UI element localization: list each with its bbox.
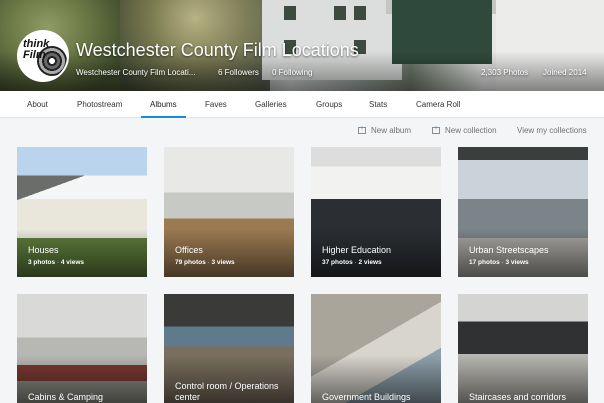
- album-card-urban-streetscapes[interactable]: Urban Streetscapes 17 photos · 3 views: [458, 147, 588, 277]
- profile-subtitle: Westchester County Film Locati...: [76, 68, 196, 77]
- view-collections-link[interactable]: View my collections: [517, 126, 587, 135]
- tab-faves[interactable]: Faves: [205, 91, 227, 118]
- tab-camera-roll[interactable]: Camera Roll: [416, 91, 460, 118]
- album-stats: 79 photos · 3 views: [175, 259, 235, 266]
- followers-link[interactable]: 6 Followers: [218, 68, 259, 77]
- new-collection-button[interactable]: New collection: [432, 125, 497, 135]
- avatar[interactable]: think Film: [17, 30, 69, 82]
- tab-galleries[interactable]: Galleries: [255, 91, 287, 118]
- album-stats: 37 photos · 2 views: [322, 259, 382, 266]
- album-card-staircases-corridors[interactable]: Staircases and corridors: [458, 294, 588, 403]
- album-card-houses[interactable]: Houses 3 photos · 4 views: [17, 147, 147, 277]
- new-collection-label: New collection: [445, 126, 497, 135]
- album-stats: 3 photos · 4 views: [28, 259, 85, 266]
- album-title: Higher Education: [322, 245, 392, 255]
- album-title: Houses: [28, 245, 59, 255]
- album-title: Urban Streetscapes: [469, 245, 549, 255]
- profile-title: Westchester County Film Locations: [76, 40, 359, 60]
- album-title: Cabins & Camping: [28, 392, 104, 402]
- album-title: Government Buildings: [322, 392, 411, 402]
- album-title: Control room / Operations center: [175, 381, 279, 402]
- new-album-button[interactable]: New album: [358, 125, 412, 135]
- tab-photostream[interactable]: Photostream: [77, 91, 122, 118]
- album-title: Offices: [175, 245, 203, 255]
- album-stats: 17 photos · 3 views: [469, 259, 529, 266]
- avatar-logo-text: think Film: [23, 38, 50, 61]
- plus-box-icon: [358, 125, 366, 134]
- album-card-offices[interactable]: Offices 79 photos · 3 views: [164, 147, 294, 277]
- following-link[interactable]: 0 Following: [272, 68, 312, 77]
- tab-groups[interactable]: Groups: [316, 91, 342, 118]
- album-card-cabins-camping[interactable]: Cabins & Camping: [17, 294, 147, 403]
- new-album-label: New album: [371, 126, 412, 135]
- tab-albums[interactable]: Albums: [141, 91, 186, 118]
- photo-count: 2,303 Photos: [481, 68, 529, 77]
- album-title: Staircases and corridors: [469, 392, 567, 402]
- joined-date: Joined 2014: [543, 68, 587, 77]
- album-card-government-buildings[interactable]: Government Buildings: [311, 294, 441, 403]
- album-card-control-room[interactable]: Control room / Operations center: [164, 294, 294, 403]
- plus-box-icon: [432, 125, 440, 134]
- tab-stats[interactable]: Stats: [369, 91, 387, 118]
- album-card-higher-education[interactable]: Higher Education 37 photos · 2 views: [311, 147, 441, 277]
- tab-about[interactable]: About: [27, 91, 48, 118]
- profile-tabs: About Photostream Albums Faves Galleries…: [0, 91, 604, 118]
